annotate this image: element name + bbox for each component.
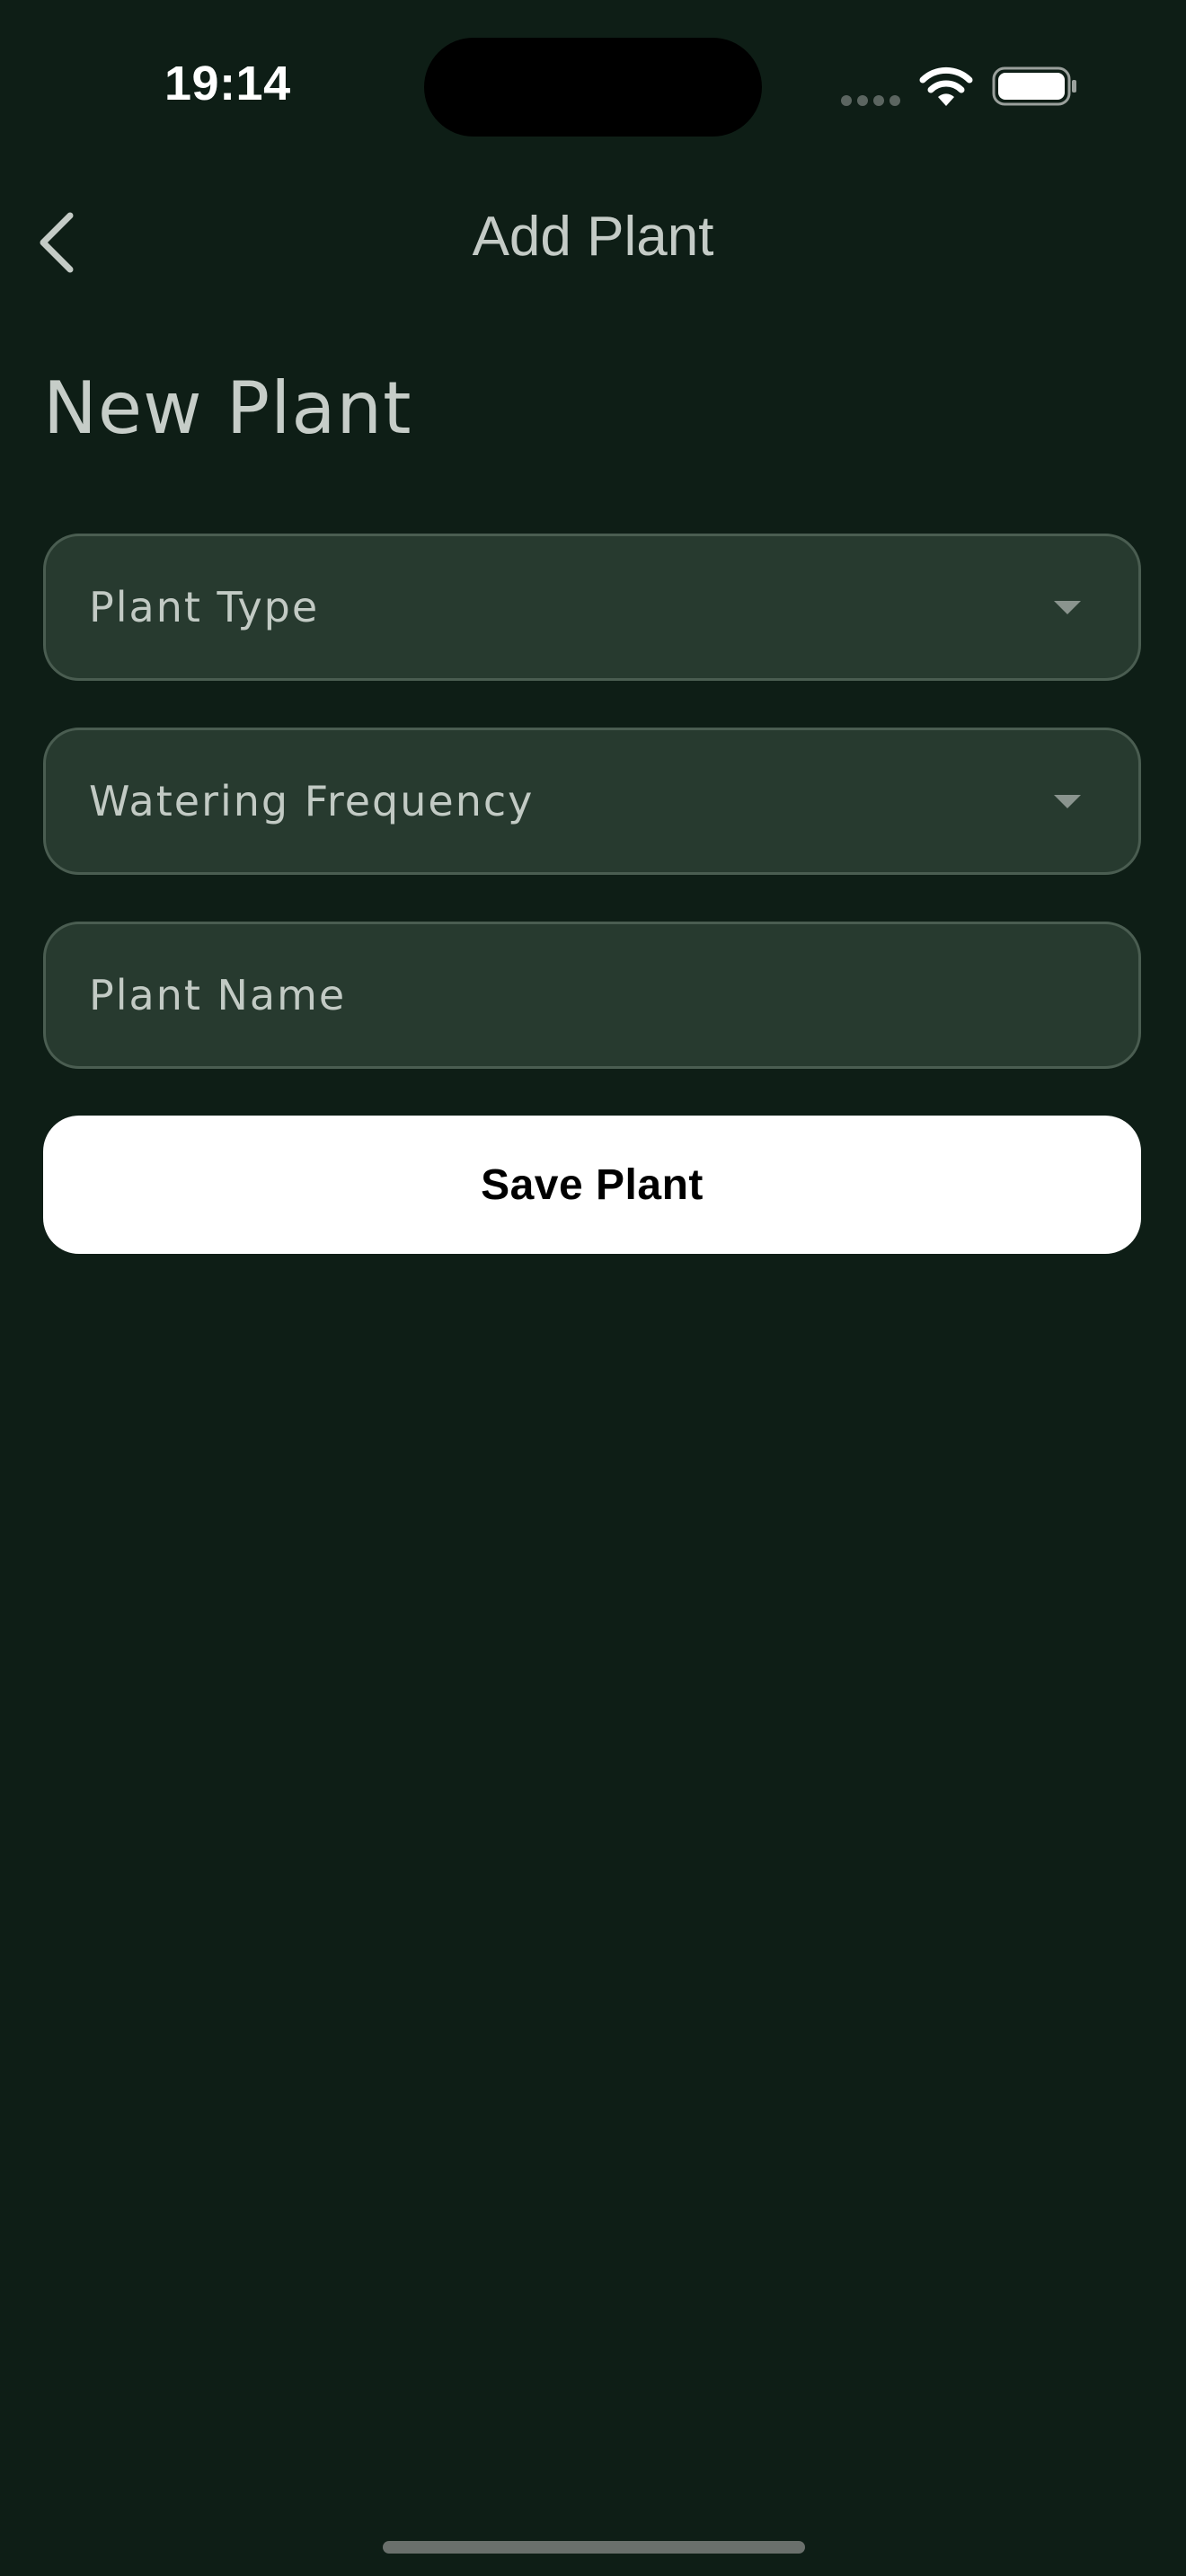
wifi-icon: [919, 66, 973, 106]
plant-name-field-container: [43, 922, 1141, 1069]
plant-type-dropdown[interactable]: Plant Type: [43, 534, 1141, 681]
dropdown-caret-icon: [1054, 601, 1081, 614]
plant-name-input[interactable]: [46, 924, 1138, 1066]
home-indicator: [383, 2541, 805, 2554]
battery-icon: [992, 66, 1076, 106]
page-title: New Plant: [43, 366, 412, 450]
save-plant-button[interactable]: Save Plant: [43, 1116, 1141, 1254]
dynamic-island: [424, 38, 762, 137]
watering-frequency-dropdown[interactable]: Watering Frequency: [43, 728, 1141, 875]
status-bar: 19:14: [0, 0, 1186, 180]
dropdown-caret-icon: [1054, 795, 1081, 808]
watering-frequency-label: Watering Frequency: [89, 777, 535, 825]
nav-title: Add Plant: [472, 206, 714, 268]
plant-type-label: Plant Type: [89, 583, 320, 631]
signal-icon: [841, 95, 902, 106]
status-time: 19:14: [164, 57, 291, 110]
